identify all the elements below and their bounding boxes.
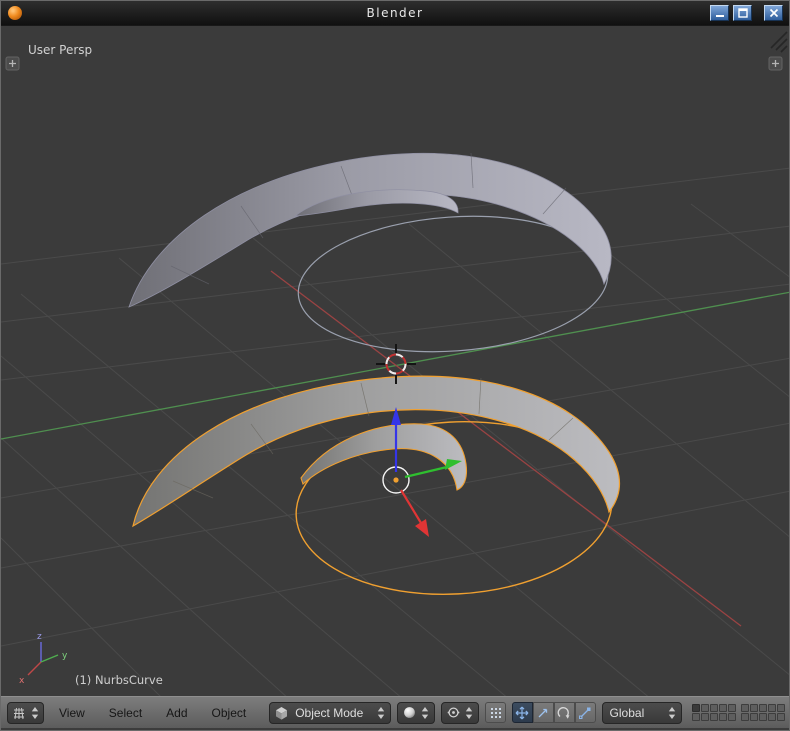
- close-icon: [769, 8, 779, 18]
- area-resize-grip[interactable]: [771, 32, 787, 52]
- chevron-updown-icon: [421, 706, 429, 720]
- axis-label-y: y: [62, 651, 68, 661]
- maximize-button[interactable]: [733, 5, 752, 21]
- manipulator-translate-button[interactable]: [512, 702, 533, 723]
- mode-selector[interactable]: Object Mode: [269, 702, 391, 724]
- layer-toggle-8[interactable]: [759, 704, 767, 712]
- close-button[interactable]: [764, 5, 783, 21]
- object-origin-dot: [393, 477, 398, 482]
- viewport-header: View Select Add Object Object Mode: [1, 696, 790, 730]
- mini-axis-gizmo: z y x: [19, 632, 68, 686]
- region-split-button-right[interactable]: [769, 57, 782, 70]
- layer-block-2: [741, 704, 785, 721]
- viewport-shading-selector[interactable]: [397, 702, 435, 724]
- layer-toggle-1[interactable]: [692, 704, 700, 712]
- manipulator-x-arrow[interactable]: [401, 490, 429, 537]
- orientation-value: Global: [608, 706, 663, 720]
- layer-toggle-20[interactable]: [777, 713, 785, 721]
- layer-toggle-15[interactable]: [728, 713, 736, 721]
- layer-toggle-11[interactable]: [692, 713, 700, 721]
- layer-toggle-7[interactable]: [750, 704, 758, 712]
- layer-toggle-3[interactable]: [710, 704, 718, 712]
- layer-toggle-19[interactable]: [768, 713, 776, 721]
- snap-grid-button[interactable]: [485, 702, 505, 723]
- chevron-updown-icon: [668, 706, 676, 720]
- object-mode-cube-icon: [275, 706, 288, 720]
- manipulator-translate-axis-button[interactable]: [533, 702, 554, 723]
- manipulator-toggle-group: [512, 702, 596, 723]
- manipulator-rotate-button[interactable]: [554, 702, 575, 723]
- layer-toggle-17[interactable]: [750, 713, 758, 721]
- editor-type-selector[interactable]: [7, 702, 44, 724]
- nurbs-curve-object-selected[interactable]: [133, 376, 620, 602]
- view-name-label: User Persp: [28, 43, 92, 57]
- translate-arrow-icon: [536, 706, 550, 720]
- layer-toggle-10[interactable]: [777, 704, 785, 712]
- layer-toggle-4[interactable]: [719, 704, 727, 712]
- translate-cross-arrows-icon: [515, 706, 529, 720]
- menu-add[interactable]: Add: [157, 706, 196, 720]
- blender-window: Blender: [0, 0, 790, 731]
- axis-label-x: x: [19, 676, 25, 686]
- layer-toggle-9[interactable]: [768, 704, 776, 712]
- layers-widget: [692, 704, 785, 721]
- grid-dots-icon: [490, 707, 502, 719]
- pivot-point-selector[interactable]: [441, 702, 479, 724]
- chevron-updown-icon: [465, 706, 473, 720]
- region-split-button-left[interactable]: [6, 57, 19, 70]
- layer-toggle-18[interactable]: [759, 713, 767, 721]
- chevron-updown-icon: [31, 706, 39, 720]
- active-object-label: (1) NurbsCurve: [75, 673, 163, 687]
- titlebar: Blender: [1, 1, 789, 25]
- 3d-viewport-editor-icon: [12, 706, 26, 720]
- layer-toggle-13[interactable]: [710, 713, 718, 721]
- menu-select[interactable]: Select: [100, 706, 151, 720]
- minimize-button[interactable]: [710, 5, 729, 21]
- layer-toggle-5[interactable]: [728, 704, 736, 712]
- mode-selector-value: Object Mode: [293, 706, 372, 720]
- chevron-updown-icon: [377, 706, 385, 720]
- viewport-3d[interactable]: z y x User Persp (1) NurbsCurve: [1, 25, 790, 698]
- rotate-arc-icon: [557, 706, 571, 720]
- menu-object[interactable]: Object: [203, 706, 256, 720]
- scale-square-icon: [578, 706, 592, 720]
- nurbs-curve-object-top[interactable]: [129, 153, 612, 362]
- layer-toggle-16[interactable]: [741, 713, 749, 721]
- axis-label-z: z: [37, 632, 42, 642]
- layer-toggle-2[interactable]: [701, 704, 709, 712]
- pivot-median-icon: [447, 706, 460, 719]
- manipulator-scale-button[interactable]: [575, 702, 596, 723]
- solid-shading-sphere-icon: [403, 706, 416, 719]
- maximize-icon: [738, 8, 748, 18]
- layer-toggle-12[interactable]: [701, 713, 709, 721]
- transform-orientation-selector[interactable]: Global: [602, 702, 682, 724]
- minimize-icon: [715, 8, 725, 18]
- layer-toggle-6[interactable]: [741, 704, 749, 712]
- layer-toggle-14[interactable]: [719, 713, 727, 721]
- layer-block-1: [692, 704, 736, 721]
- window-title: Blender: [1, 6, 789, 20]
- menu-view[interactable]: View: [50, 706, 94, 720]
- window-controls: [710, 5, 783, 21]
